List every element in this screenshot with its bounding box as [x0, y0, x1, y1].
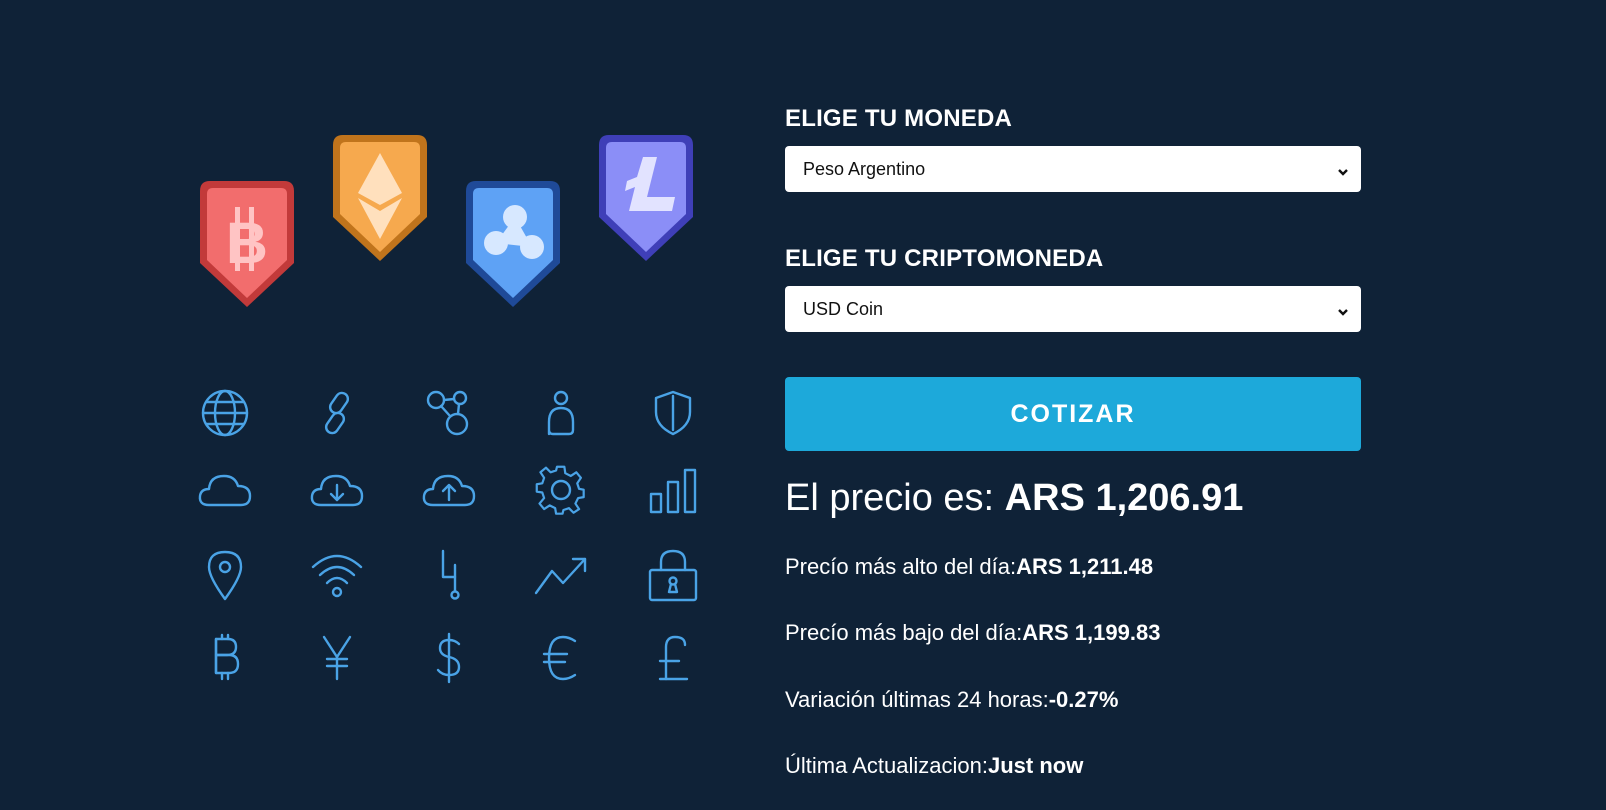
bar-chart-icon	[643, 461, 703, 521]
change-24h-value: -0.27%	[1048, 686, 1119, 712]
cloud-upload-icon	[419, 461, 479, 521]
bitcoin-icon	[195, 628, 255, 688]
user-icon	[531, 383, 591, 443]
shield-icon	[643, 383, 703, 443]
change-24h: Variación últimas 24 horas:-0.27%	[785, 687, 1361, 713]
trend-up-icon	[531, 545, 591, 605]
cloud-icon	[195, 461, 255, 521]
lock-icon	[643, 545, 703, 605]
chain-link-icon	[307, 383, 367, 443]
daily-high-label: Precío más alto del día:	[785, 553, 1017, 579]
ethereum-badge	[329, 131, 431, 265]
chevron-down-icon	[1337, 302, 1349, 316]
crypto-select[interactable]: USD Coin	[785, 286, 1361, 332]
price-value: ARS 1,206.91	[1004, 477, 1244, 519]
daily-low-label: Precío más bajo del día:	[785, 620, 1023, 646]
crypto-select-value: USD Coin	[803, 298, 884, 319]
currency-select-value: Peso Argentino	[803, 158, 926, 179]
quote-form: Elige tu Moneda Peso Argentino Elige tu …	[785, 105, 1361, 810]
currency-select[interactable]: Peso Argentino	[785, 146, 1361, 192]
gear-icon	[531, 461, 591, 521]
crypto-label: Elige tu Criptomoneda	[785, 245, 1104, 272]
last-updated-label: Última Actualizacion:	[785, 752, 988, 778]
crypto-illustration: B	[190, 125, 710, 705]
wifi-icon	[307, 545, 367, 605]
cloud-download-icon	[307, 461, 367, 521]
svg-text:B: B	[226, 211, 268, 276]
network-nodes-icon	[419, 383, 479, 443]
litecoin-badge	[595, 131, 697, 265]
crypto-quote-page: B ELIGE TU MONEDA Peso Argentino ELIGE T…	[0, 0, 1606, 810]
daily-high-value: ARS 1,211.48	[1016, 553, 1154, 579]
daily-high: Precío más alto del día:ARS 1,211.48	[785, 554, 1361, 580]
last-updated-value: Just now	[987, 752, 1084, 778]
result-panel: El precio es: ARS 1,206.91 Precío más al…	[785, 477, 1361, 779]
quote-button[interactable]: Cotizar	[785, 377, 1361, 451]
globe-icon	[195, 383, 255, 443]
currency-label: Elige tu Moneda	[785, 105, 1013, 132]
euro-icon	[531, 628, 591, 688]
price-prefix: El precio es:	[785, 477, 1005, 519]
last-updated: Última Actualizacion:Just now	[785, 753, 1361, 779]
current-price: El precio es: ARS 1,206.91	[785, 477, 1361, 520]
daily-low-value: ARS 1,199.83	[1022, 620, 1161, 646]
ripple-badge	[462, 177, 564, 311]
chevron-down-icon	[1337, 162, 1349, 176]
yen-icon	[307, 628, 367, 688]
change-24h-label: Variación últimas 24 horas:	[785, 686, 1049, 712]
location-pin-icon	[195, 545, 255, 605]
dollar-icon	[419, 628, 479, 688]
circuit-icon	[419, 545, 479, 605]
bitcoin-badge: B	[196, 177, 298, 311]
pound-icon	[643, 628, 703, 688]
daily-low: Precío más bajo del día:ARS 1,199.83	[785, 620, 1361, 646]
